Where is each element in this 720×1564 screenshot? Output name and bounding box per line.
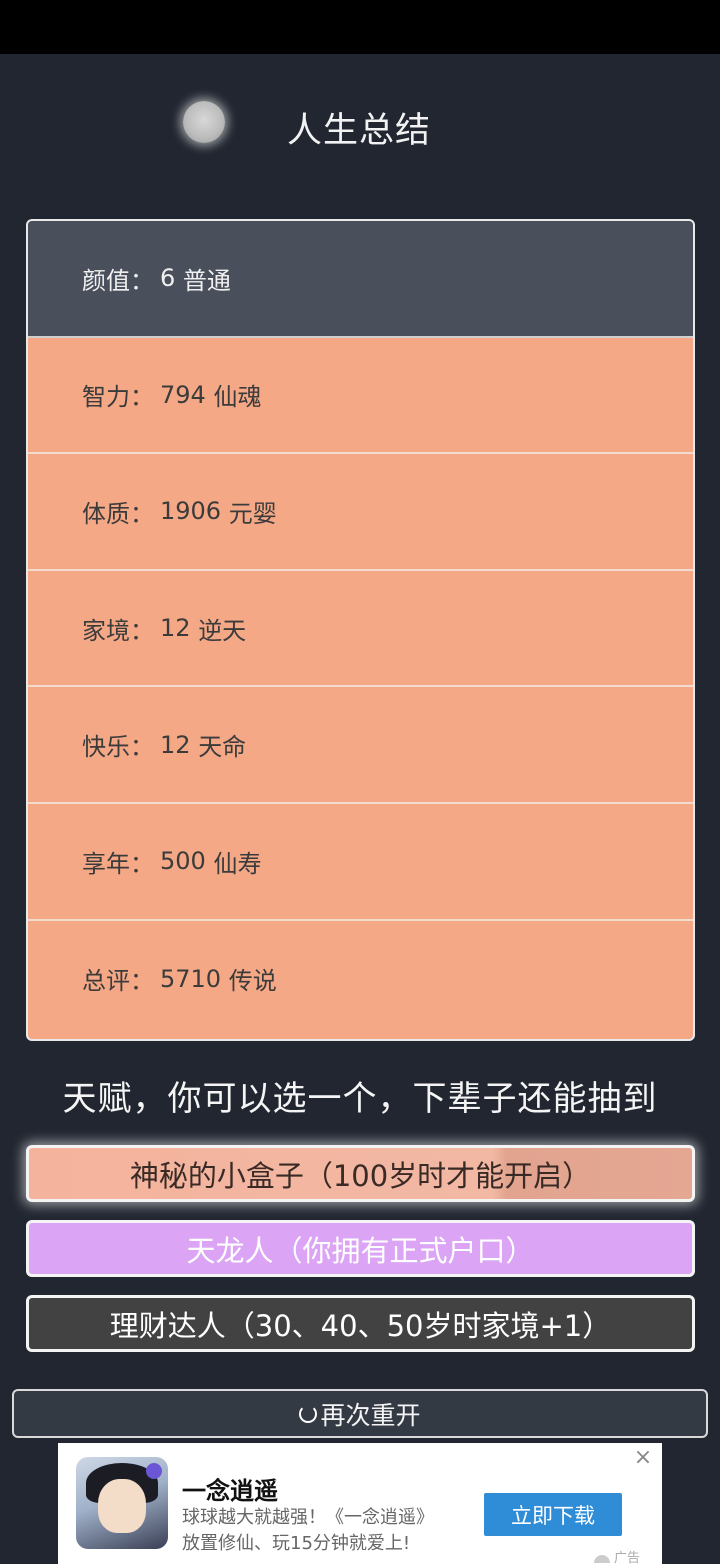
talent-option-celestial-dragon[interactable]: 天龙人（你拥有正式户口） — [26, 1220, 695, 1277]
stat-label: 家境 — [82, 616, 130, 645]
ad-game-icon — [76, 1457, 168, 1549]
ad-label-text: 广告 — [614, 1551, 641, 1564]
stat-rank: 仙魂 — [213, 383, 262, 412]
stat-value: 12 — [160, 730, 191, 759]
stat-row-appearance: 颜值： 6 普通 — [28, 221, 693, 338]
stat-value: 794 — [160, 380, 206, 409]
ad-description-line: 球球越大就越强！《一念逍遥》 — [182, 1507, 434, 1528]
stat-value: 6 — [160, 264, 176, 293]
stat-label: 总评 — [82, 967, 130, 996]
stats-panel: 颜值： 6 普通 智力： 794 仙魂 体质： 1906 元婴 家境： 12 逆天 快乐… — [26, 219, 695, 1041]
ad-description-line: 放置修仙、玩15分钟就爱上! — [182, 1533, 411, 1554]
ad-download-button[interactable]: 立即下载 — [484, 1493, 622, 1536]
stat-rank: 传说 — [228, 967, 277, 996]
talent-heading: 天赋，你可以选一个，下辈子还能抽到 — [62, 1079, 658, 1119]
stat-separator: ： — [130, 499, 154, 528]
talent-option-mystery-box[interactable]: 神秘的小盒子（100岁时才能开启） — [26, 1145, 695, 1202]
ad-banner[interactable]: 一念逍遥 球球越大就越强！《一念逍遥》 放置修仙、玩15分钟就爱上! 立即下载 … — [58, 1443, 662, 1564]
ad-description: 球球越大就越强！《一念逍遥》 放置修仙、玩15分钟就爱上! — [182, 1505, 482, 1557]
stat-separator: ： — [130, 733, 154, 762]
ad-app-badge-icon — [146, 1463, 162, 1479]
header: 人生总结 — [0, 54, 720, 204]
stat-separator: ： — [130, 849, 154, 878]
ad-label: 广告 — [594, 1547, 640, 1564]
ad-title: 一念逍遥 — [182, 1477, 278, 1505]
talent-label: 神秘的小盒子（100岁时才能开启） — [129, 1158, 592, 1193]
restart-label: 再次重开 — [320, 1400, 421, 1430]
talent-label: 理财达人（30、40、50岁时家境+1） — [109, 1308, 612, 1343]
page-title: 人生总结 — [287, 111, 432, 151]
stat-label: 颜值 — [82, 266, 130, 295]
stat-value: 5710 — [160, 964, 222, 993]
status-bar — [0, 0, 720, 54]
restart-button[interactable]: 再次重开 — [12, 1389, 708, 1438]
ad-close-icon[interactable]: × — [632, 1447, 654, 1469]
stat-label: 智力 — [82, 383, 130, 412]
stat-row-intelligence: 智力： 794 仙魂 — [28, 338, 693, 455]
stat-separator: ： — [130, 266, 154, 295]
stat-row-happiness: 快乐： 12 天命 — [28, 687, 693, 804]
talent-label: 天龙人（你拥有正式户口） — [186, 1233, 535, 1268]
stat-row-constitution: 体质： 1906 元婴 — [28, 454, 693, 571]
stat-row-overall: 总评： 5710 传说 — [28, 921, 693, 1038]
stat-value: 12 — [160, 614, 191, 643]
stat-rank: 元婴 — [228, 499, 277, 528]
stat-rank: 普通 — [182, 266, 231, 295]
stat-separator: ： — [130, 616, 154, 645]
stat-rank: 逆天 — [198, 616, 247, 645]
stat-label: 享年 — [82, 849, 130, 878]
stat-row-lifespan: 享年： 500 仙寿 — [28, 804, 693, 921]
stat-separator: ： — [130, 383, 154, 412]
stat-rank: 仙寿 — [213, 849, 262, 878]
stat-value: 500 — [160, 847, 206, 876]
ad-character-face — [98, 1479, 146, 1533]
theme-toggle-button[interactable] — [183, 101, 225, 143]
stat-label: 体质 — [82, 499, 130, 528]
stat-rank: 天命 — [198, 733, 247, 762]
stat-value: 1906 — [160, 497, 222, 526]
stat-separator: ： — [130, 967, 154, 996]
ad-label-icon — [594, 1554, 610, 1563]
refresh-icon — [299, 1404, 318, 1423]
stat-label: 快乐 — [82, 733, 130, 762]
talent-option-finance-expert[interactable]: 理财达人（30、40、50岁时家境+1） — [26, 1295, 695, 1352]
stat-row-family: 家境： 12 逆天 — [28, 571, 693, 688]
